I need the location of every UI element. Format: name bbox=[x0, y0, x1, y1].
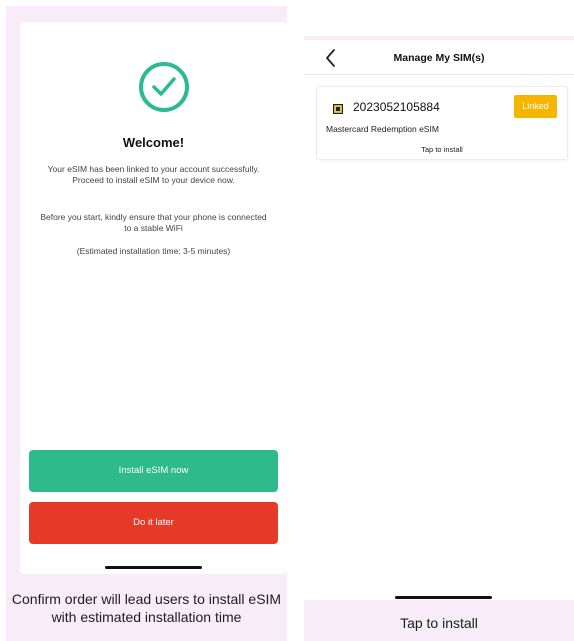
do-it-later-button[interactable]: Do it later bbox=[29, 502, 278, 544]
home-indicator[interactable] bbox=[105, 566, 202, 569]
nav-header: Manage My SIM(s) bbox=[304, 40, 574, 75]
welcome-panel: Welcome! Your eSIM has been linked to yo… bbox=[6, 6, 287, 641]
sim-card-item[interactable]: 2023052105884 Linked Mastercard Redempti… bbox=[316, 86, 568, 160]
tap-to-install-hint[interactable]: Tap to install bbox=[317, 145, 567, 154]
manage-caption: Tap to install bbox=[400, 615, 478, 631]
manage-sims-panel: Manage My SIM(s) 2023052105884 Linked Ma… bbox=[304, 36, 574, 641]
link-success-message: Your eSIM has been linked to your accoun… bbox=[47, 164, 260, 185]
page-title: Manage My SIM(s) bbox=[393, 52, 485, 64]
welcome-caption: Confirm order will lead users to install… bbox=[11, 591, 282, 625]
sim-plan-name: Mastercard Redemption eSIM bbox=[326, 124, 439, 134]
installation-time-estimate: (Estimated installation time: 3-5 minute… bbox=[76, 246, 231, 256]
success-check-badge bbox=[139, 62, 189, 112]
install-esim-button[interactable]: Install eSIM now bbox=[29, 450, 278, 492]
sim-number: 2023052105884 bbox=[353, 100, 440, 114]
sim-card-icon bbox=[332, 101, 344, 115]
manage-sims-screen: Manage My SIM(s) 2023052105884 Linked Ma… bbox=[304, 40, 574, 600]
welcome-screen: Welcome! Your eSIM has been linked to yo… bbox=[20, 22, 287, 574]
home-indicator[interactable] bbox=[395, 596, 492, 599]
welcome-title: Welcome! bbox=[122, 135, 185, 150]
status-badge: Linked bbox=[514, 95, 557, 118]
wifi-note: Before you start, kindly ensure that you… bbox=[40, 212, 267, 233]
